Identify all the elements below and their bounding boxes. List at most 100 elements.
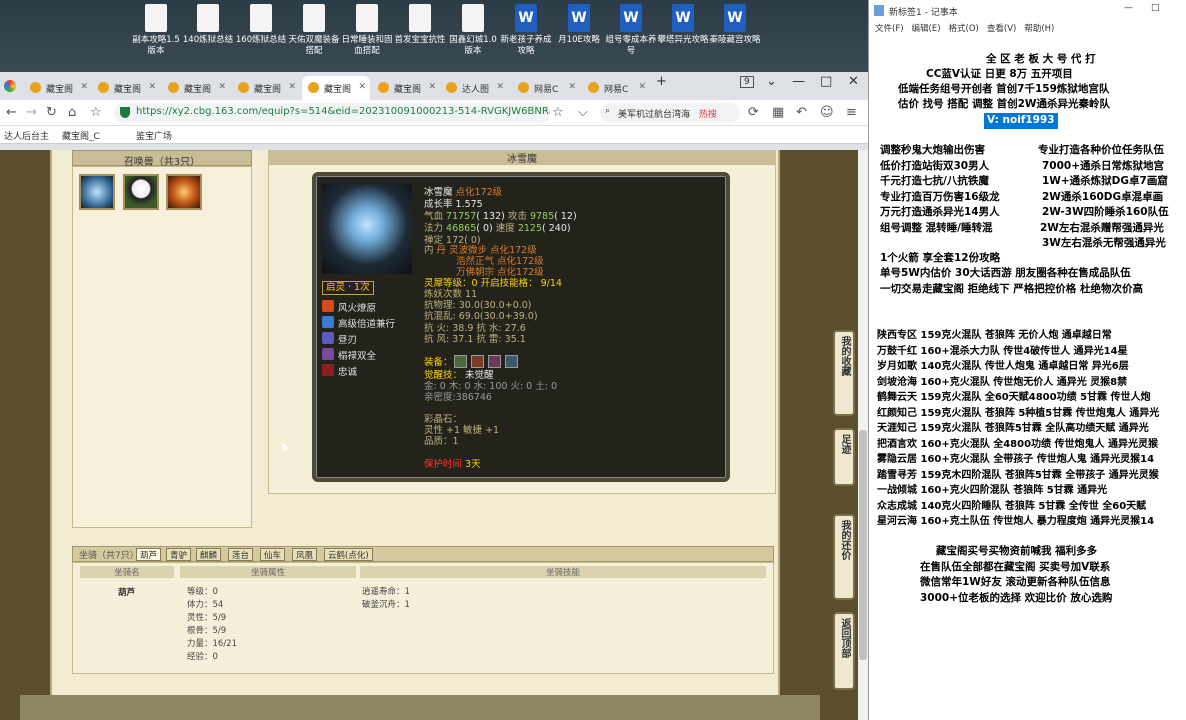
skill-item[interactable]: 昼刃 <box>322 332 357 346</box>
mount-tab[interactable]: 仙车 <box>260 548 286 561</box>
mount-tab[interactable]: 云鹤(点化) <box>324 548 373 561</box>
tab-close-icon[interactable]: ✕ <box>80 82 88 92</box>
browser-tab[interactable]: 藏宝阁 ✕ <box>24 76 92 100</box>
url-input[interactable]: https://xy2.cbg.163.com/equip?s=514&eid=… <box>114 103 550 123</box>
scrollbar-thumb[interactable] <box>859 430 867 660</box>
bookmark-item[interactable]: 达人后台主 <box>4 129 49 142</box>
desktop-file-icon[interactable]: 日常睡装和固血搭配 <box>339 4 395 57</box>
bookmark-item[interactable]: 藏宝阁_C <box>62 129 100 142</box>
notepad-menu-item[interactable]: 文件(F) <box>875 24 904 34</box>
page-scrollbar[interactable] <box>858 150 868 720</box>
desktop-file-icon[interactable]: 首发宝宝抗性 <box>392 4 448 46</box>
notepad-menu-item[interactable]: 格式(O) <box>949 24 979 34</box>
mount-tab[interactable]: 凤凰 <box>292 548 318 561</box>
search-icon: ⌕ <box>605 106 611 116</box>
my-bargain-button[interactable]: 我的还价 <box>833 514 855 600</box>
bookmark-star-icon[interactable]: ☆ <box>90 105 102 120</box>
service-left-line: 调整秒鬼大炮输出伤害 <box>880 144 985 156</box>
browser-tab[interactable]: 藏宝阁 ✕ <box>232 76 300 100</box>
skill-item[interactable]: 风火燎原 <box>322 300 376 314</box>
new-tab-icon[interactable]: + <box>656 74 667 89</box>
pet-name-suffix: 点化172级 <box>455 187 503 198</box>
tab-close-icon[interactable]: ✕ <box>148 82 156 92</box>
word-doc-icon: W <box>568 4 590 32</box>
search-input[interactable]: ⌕ 美军机过航台湾海 热搜 <box>600 103 740 123</box>
mount-tab[interactable]: 葫芦 <box>136 548 162 561</box>
desktop-file-icon[interactable]: W 秦陵藏宫攻略 <box>707 4 763 46</box>
star-icon[interactable]: ☆ <box>552 105 564 120</box>
mount-tab[interactable]: 莲台 <box>228 548 254 561</box>
team-listing-line: 把酒言欢 160+克火混队 全4800功绩 传世炮鬼人 通异光灵猴 <box>877 438 1159 450</box>
service-right-line: 2W通杀160DG卓混卓画 <box>1042 190 1164 203</box>
tab-close-icon[interactable]: ✕ <box>568 82 576 92</box>
desktop-file-label: 秦陵藏宫攻略 <box>709 35 761 45</box>
grid-icon[interactable]: ▦ <box>772 105 784 120</box>
pet-ice-demon-avatar[interactable] <box>79 174 115 210</box>
mount-tab[interactable]: 麒麟 <box>196 548 222 561</box>
desktop-file-icon[interactable]: 140炼狱总结 <box>180 4 236 46</box>
browser-tab[interactable]: 藏宝阁 ✕ <box>302 76 370 100</box>
user-icon[interactable]: ☺ <box>820 105 834 120</box>
equip-slot-icon[interactable] <box>471 355 484 368</box>
team-listing-line: 红颜知己 159克火混队 苍狼阵 5种植5甘霖 传世炮鬼人 通异光 <box>877 407 1160 419</box>
desktop-file-icon[interactable]: W 新老孩子养成攻略 <box>498 4 554 57</box>
minimize-icon[interactable]: — <box>1124 3 1133 13</box>
browser-tab[interactable]: 网易C ✕ <box>512 76 580 100</box>
notepad-menu-item[interactable]: 帮助(H) <box>1024 24 1054 34</box>
protect-row: 保护时间 3天 <box>424 459 481 470</box>
desktop-file-icon[interactable]: W 月10E攻略 <box>551 4 607 46</box>
menu-chevron-icon[interactable]: ⌵ <box>578 105 588 120</box>
mount-tab[interactable]: 青驴 <box>166 548 192 561</box>
tab-close-icon[interactable]: ✕ <box>358 82 366 92</box>
skill-item[interactable]: 榻禄双全 <box>322 348 376 362</box>
maximize-icon[interactable]: □ <box>1151 3 1160 13</box>
undo-icon[interactable]: ↶ <box>796 105 807 120</box>
sync-icon[interactable]: ⟳ <box>748 105 759 120</box>
desktop-file-icon[interactable]: 天佑双魔装备搭配 <box>286 4 342 57</box>
desktop-file-icon[interactable]: W 组号零成本养号 <box>603 4 659 57</box>
back-to-top-button[interactable]: 返回顶部 <box>833 612 855 690</box>
equip-slot-icon[interactable] <box>454 355 467 368</box>
close-icon[interactable]: ✕ <box>848 74 859 89</box>
tab-count-badge[interactable]: 9 <box>740 76 754 88</box>
browser-tab[interactable]: 藏宝阁 ✕ <box>92 76 160 100</box>
tab-favicon-icon <box>518 82 529 93</box>
tab-close-icon[interactable]: ✕ <box>638 82 646 92</box>
tab-close-icon[interactable]: ✕ <box>496 82 504 92</box>
home-icon[interactable]: ⌂ <box>68 105 76 120</box>
desktop-file-icon[interactable]: 国鑫幻城1.0版本 <box>445 4 501 57</box>
maximize-icon[interactable]: □ <box>820 74 832 89</box>
pet-fire-beast-avatar[interactable] <box>166 174 202 210</box>
my-favorites-button[interactable]: 我的收藏 <box>833 330 855 416</box>
bookmark-item[interactable]: 鉴宝广场 <box>136 129 172 142</box>
gem-row-2: 品质：1 <box>424 436 459 447</box>
skill-item[interactable]: 忠诚 <box>322 364 357 378</box>
equip-slot-icon[interactable] <box>488 355 501 368</box>
tab-close-icon[interactable]: ✕ <box>288 82 296 92</box>
browser-tab[interactable]: 藏宝阁 ✕ <box>372 76 440 100</box>
browser-logo-icon[interactable] <box>4 80 16 92</box>
tab-close-icon[interactable]: ✕ <box>218 82 226 92</box>
notepad-menu-item[interactable]: 编辑(E) <box>912 24 941 34</box>
reload-icon[interactable]: ↻ <box>46 105 57 120</box>
service-right-line: 3W左右混杀无帮强通异光 <box>1042 237 1166 249</box>
browser-tab[interactable]: 藏宝阁 ✕ <box>162 76 230 100</box>
pet-panda-avatar[interactable] <box>123 174 159 210</box>
service-left-line: 专业打造百万伤害16级龙 <box>880 190 1000 203</box>
desktop-file-icon[interactable]: W 攀塔异光攻略 <box>655 4 711 46</box>
browser-tab[interactable]: 达人图 ✕ <box>440 76 508 100</box>
equip-slot-icon[interactable] <box>505 355 518 368</box>
desktop-file-icon[interactable]: 160炼狱总结 <box>233 4 289 46</box>
footprint-button[interactable]: 足迹 <box>833 428 855 486</box>
browser-tab[interactable]: 网易C ✕ <box>582 76 650 100</box>
desktop-file-icon[interactable]: 副本攻略1.5版本 <box>128 4 184 57</box>
notepad-menu-item[interactable]: 查看(V) <box>987 24 1016 34</box>
tab-label: 藏宝阁 <box>254 85 282 95</box>
menu-icon[interactable]: ≡ <box>846 105 857 120</box>
chevron-down-icon[interactable]: ⌄ <box>766 74 777 89</box>
back-icon[interactable]: ← <box>6 105 17 120</box>
tab-close-icon[interactable]: ✕ <box>428 82 436 92</box>
forward-icon[interactable]: → <box>26 105 37 120</box>
minimize-icon[interactable]: — <box>792 74 805 89</box>
skill-item[interactable]: 高级倍道兼行 <box>322 316 395 330</box>
